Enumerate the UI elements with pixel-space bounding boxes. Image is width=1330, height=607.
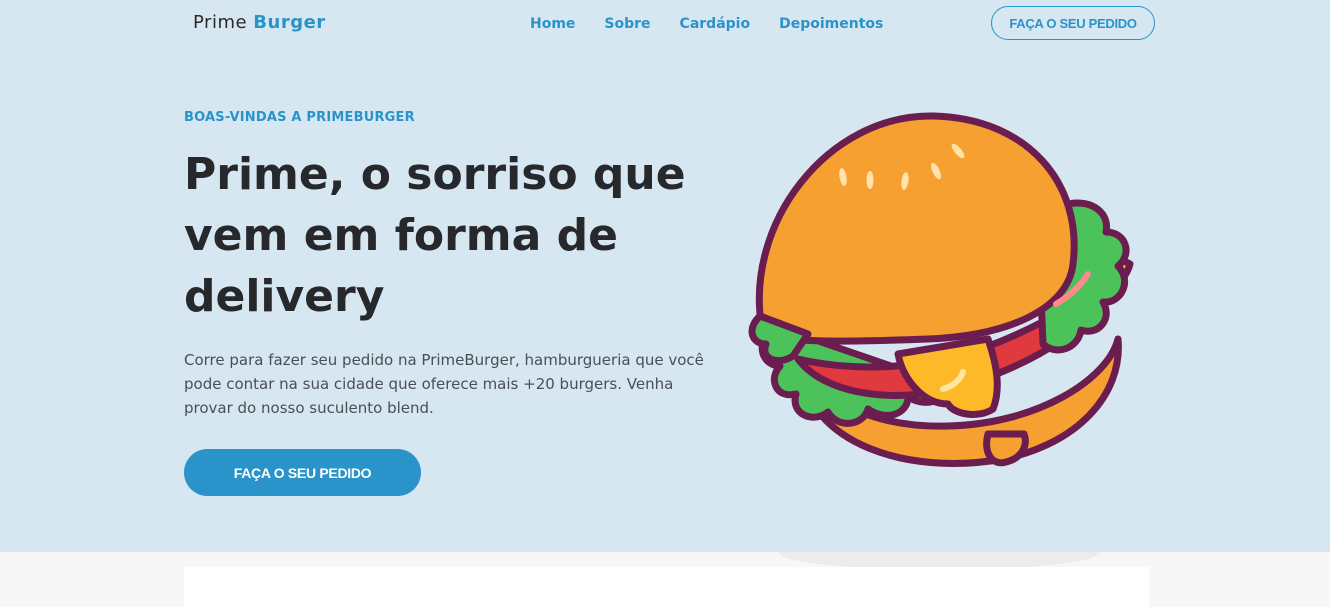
brand-second: Burger [253, 12, 326, 33]
hero-section: Prime Burger Home Sobre Cardápio Depoime… [0, 0, 1330, 552]
header-order-button[interactable]: FAÇA O SEU PEDIDO [991, 6, 1155, 40]
nav-home[interactable]: Home [530, 16, 575, 32]
main-nav: Home Sobre Cardápio Depoimentos [530, 16, 883, 32]
nav-cardapio[interactable]: Cardápio [680, 16, 751, 32]
brand-first: Prime [193, 12, 248, 33]
brand-logo[interactable]: Prime Burger [193, 12, 326, 33]
hero-order-button[interactable]: FAÇA O SEU PEDIDO [184, 449, 421, 496]
hero-eyebrow: BOAS-VINDAS A PRIMEBURGER [184, 110, 415, 125]
hero-title: Prime, o sorriso que vem em forma de del… [184, 149, 686, 322]
content-card [184, 567, 1149, 607]
burger-illustration [748, 112, 1134, 467]
nav-sobre[interactable]: Sobre [604, 16, 650, 32]
hero-description: Corre para fazer seu pedido na PrimeBurg… [184, 351, 704, 417]
nav-depoimentos[interactable]: Depoimentos [779, 16, 883, 32]
